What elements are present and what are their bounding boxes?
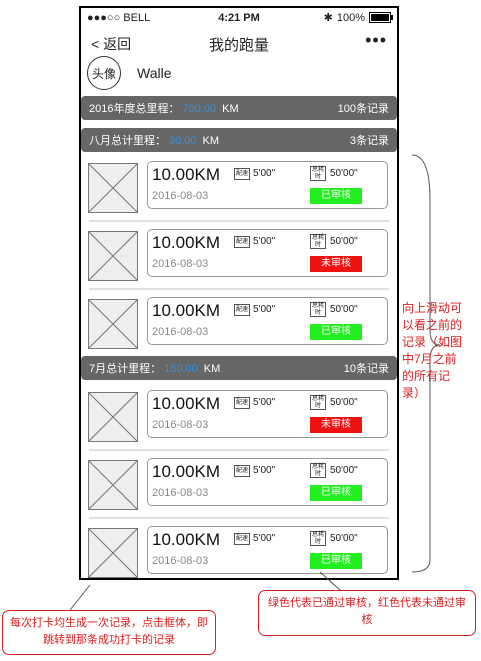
scroll-annotation: 向上滑动可以看之前的记录（如图中7月之前的所有记录） (402, 301, 463, 400)
color-annotation: 绿色代表已通过审核，红色代表未通过审核 (258, 590, 476, 636)
click-annotation: 每次打卡均生成一次记录，点击框体，即跳转到那条成功打卡的记录 (2, 610, 216, 655)
